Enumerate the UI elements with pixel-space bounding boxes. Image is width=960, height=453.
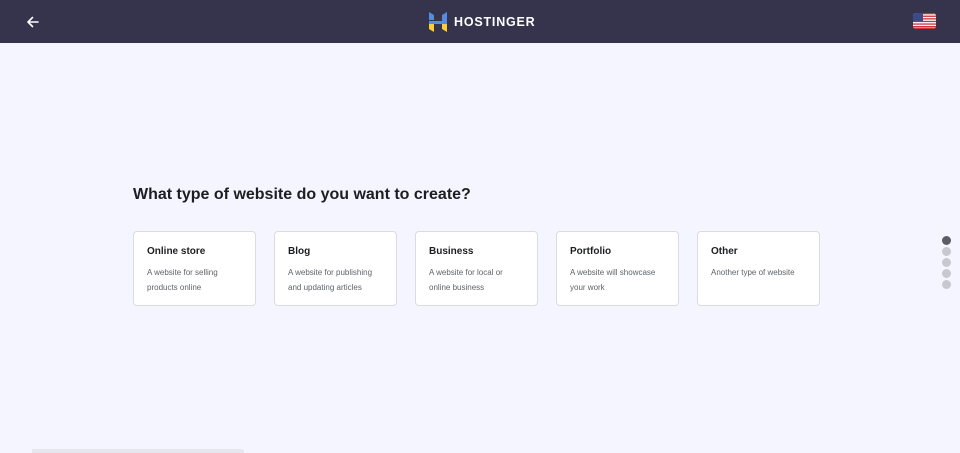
option-title: Blog [288,246,311,257]
step-dot-2[interactable] [942,247,951,256]
option-title: Other [711,246,738,257]
step-dot-1[interactable] [942,236,951,245]
step-dot-3[interactable] [942,258,951,267]
option-title: Portfolio [570,246,612,257]
option-card-portfolio[interactable]: Portfolio A website will showcase your w… [556,231,679,306]
hostinger-logo-icon [429,12,447,32]
step-indicator [942,236,951,291]
option-card-online-store[interactable]: Online store A website for selling produ… [133,231,256,306]
logo-text: HOSTINGER [454,15,536,29]
option-description: A website will showcase your work [570,268,656,292]
option-card-business[interactable]: Business A website for local or online b… [415,231,538,306]
us-flag-icon [913,13,936,29]
option-title: Business [429,246,474,257]
arrow-left-icon [27,16,39,28]
option-description: Another type of website [711,268,795,277]
option-card-other[interactable]: Other Another type of website [697,231,820,306]
hostinger-logo[interactable]: HOSTINGER [429,11,536,33]
bottom-progress-bar [32,449,244,453]
language-selector[interactable] [913,13,936,29]
option-description: A website for local or online business [429,268,503,292]
page-question: What type of website do you want to crea… [133,186,471,203]
option-description: A website for publishing and updating ar… [288,268,373,292]
top-navbar: HOSTINGER [0,0,960,43]
option-card-blog[interactable]: Blog A website for publishing and updati… [274,231,397,306]
option-title: Online store [147,246,206,257]
back-button[interactable] [22,11,44,33]
website-type-options: Online store A website for selling produ… [133,231,820,306]
step-dot-5[interactable] [942,280,951,289]
option-description: A website for selling products online [147,268,218,292]
step-dot-4[interactable] [942,269,951,278]
